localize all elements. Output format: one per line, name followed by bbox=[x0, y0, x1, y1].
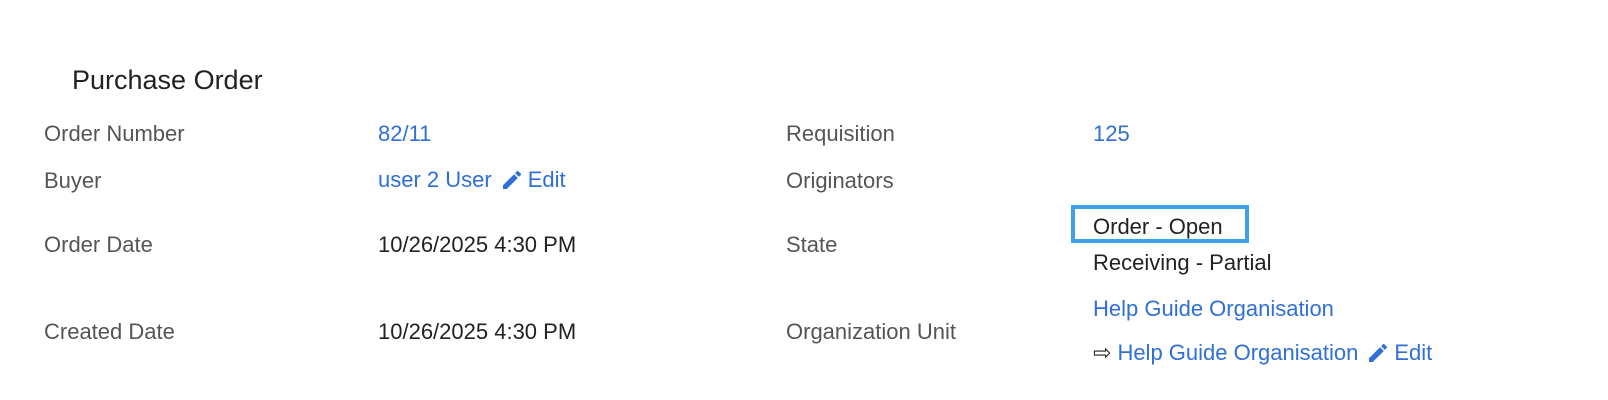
buyer-link[interactable]: user 2 User bbox=[378, 166, 492, 194]
purchase-order-panel: Purchase Order Order Number Buyer Order … bbox=[0, 0, 1608, 400]
arrow-right-icon: ⇨ bbox=[1093, 340, 1112, 365]
organization-unit-child-link[interactable]: Help Guide Organisation bbox=[1117, 339, 1358, 367]
organization-unit-edit-label: Edit bbox=[1394, 340, 1433, 365]
organization-unit-child: ⇨ Help Guide Organisation Edit bbox=[1093, 339, 1432, 367]
buyer-edit-label: Edit bbox=[527, 167, 566, 192]
organization-unit-edit-button[interactable]: Edit bbox=[1366, 339, 1432, 367]
requisition-label: Requisition bbox=[786, 121, 895, 146]
state-primary-value: Order - Open bbox=[1093, 214, 1223, 239]
originators-label: Originators bbox=[786, 168, 894, 193]
requisition-link[interactable]: 125 bbox=[1093, 121, 1130, 146]
created-date-label: Created Date bbox=[44, 319, 175, 344]
order-number-value[interactable]: 82/11 bbox=[378, 120, 431, 148]
requisition-value[interactable]: 125 bbox=[1093, 120, 1130, 148]
buyer-value: user 2 User Edit bbox=[378, 166, 566, 194]
pencil-icon bbox=[502, 170, 521, 189]
buyer-edit-button[interactable]: Edit bbox=[500, 166, 566, 194]
section-title: Purchase Order bbox=[72, 65, 263, 95]
pencil-icon bbox=[1369, 343, 1388, 362]
order-date-label: Order Date bbox=[44, 232, 153, 257]
organization-unit-parent-link[interactable]: Help Guide Organisation bbox=[1093, 296, 1334, 321]
organization-unit-label: Organization Unit bbox=[786, 319, 956, 344]
state-label: State bbox=[786, 232, 838, 257]
order-number-label: Order Number bbox=[44, 121, 185, 146]
state-secondary-value: Receiving - Partial bbox=[1093, 250, 1272, 275]
order-number-link[interactable]: 82/11 bbox=[378, 121, 431, 146]
created-date-value: 10/26/2025 4:30 PM bbox=[378, 319, 577, 344]
organization-unit-parent[interactable]: Help Guide Organisation bbox=[1093, 295, 1334, 323]
buyer-label: Buyer bbox=[44, 168, 102, 193]
order-date-value: 10/26/2025 4:30 PM bbox=[378, 232, 577, 257]
